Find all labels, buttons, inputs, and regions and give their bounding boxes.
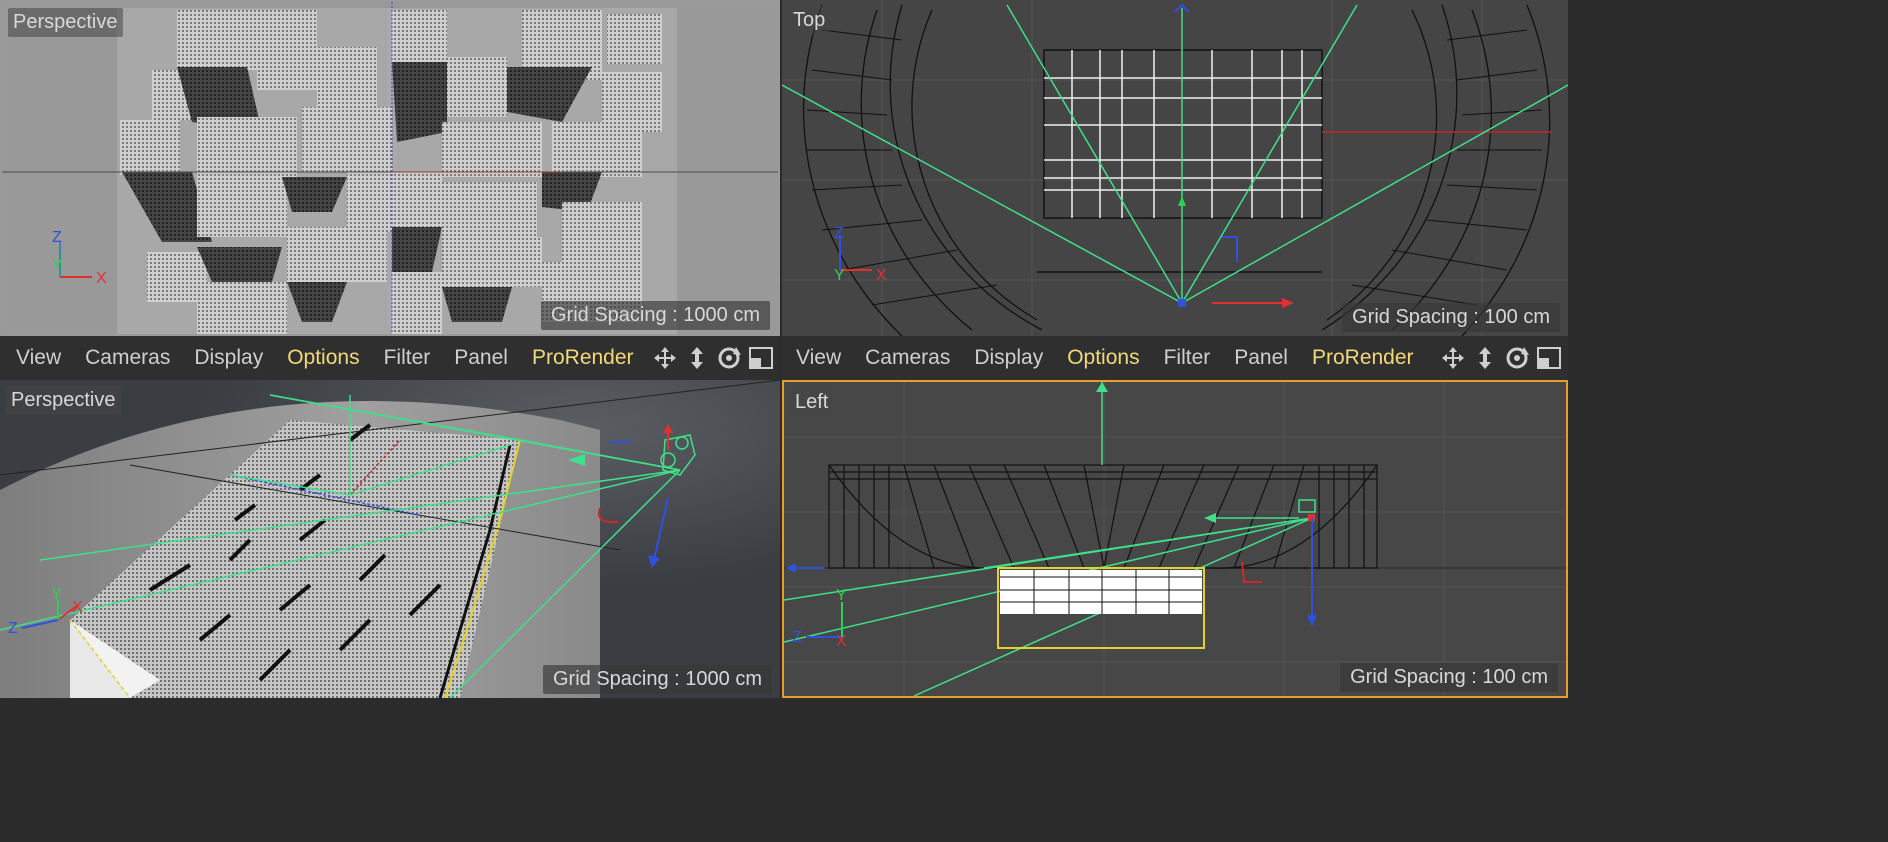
menu-cameras[interactable]: Cameras (853, 346, 962, 370)
menu-filter[interactable]: Filter (1152, 346, 1223, 370)
svg-text:X: X (876, 267, 887, 284)
menu-cameras[interactable]: Cameras (73, 346, 182, 370)
viewport-bottom-right[interactable]: Y Z X Left Grid Spacing : 100 cm (782, 380, 1568, 698)
viewport-scene: X Y Z (0, 380, 780, 698)
rotate-view-icon[interactable] (1504, 345, 1530, 371)
viewport-label: Perspective (8, 8, 123, 37)
toggle-layout-icon[interactable] (748, 345, 774, 371)
menu-prorender[interactable]: ProRender (1300, 346, 1426, 370)
viewport-label: Perspective (6, 386, 121, 415)
svg-text:Z: Z (52, 229, 62, 246)
menu-panel[interactable]: Panel (1222, 346, 1300, 370)
menu-display[interactable]: Display (182, 346, 275, 370)
bottom-strip (0, 698, 1568, 842)
menu-view[interactable]: View (782, 346, 853, 370)
menu-view[interactable]: View (0, 346, 73, 370)
svg-text:Z: Z (834, 225, 844, 242)
svg-text:Y: Y (51, 586, 62, 603)
zoom-view-icon[interactable] (684, 345, 710, 371)
viewport-menu-bar-left: View Cameras Display Options Filter Pane… (0, 336, 780, 380)
svg-text:Y: Y (834, 267, 845, 284)
grid-spacing-label: Grid Spacing : 1000 cm (541, 301, 770, 330)
svg-text:Z: Z (792, 629, 802, 646)
viewport-label: Left (790, 388, 834, 417)
menu-panel[interactable]: Panel (442, 346, 520, 370)
zoom-view-icon[interactable] (1472, 345, 1498, 371)
viewport-scene: X Y Z (782, 0, 1568, 336)
svg-text:Z: Z (8, 620, 18, 637)
grid-spacing-label: Grid Spacing : 100 cm (1340, 663, 1558, 692)
menu-prorender[interactable]: ProRender (520, 346, 646, 370)
menu-options[interactable]: Options (1055, 346, 1151, 370)
viewport-scene: Y Z X (784, 382, 1566, 696)
axis-gizmo: X Y Z (834, 225, 887, 284)
grid-spacing-label: Grid Spacing : 100 cm (1342, 303, 1560, 332)
menu-options[interactable]: Options (275, 346, 371, 370)
rotate-view-icon[interactable] (716, 345, 742, 371)
move-view-icon[interactable] (1440, 345, 1466, 371)
viewport-bottom-left[interactable]: X Y Z Perspective Grid Spacing : 1000 cm (0, 380, 780, 698)
svg-text:Y: Y (52, 257, 63, 274)
axis-gizmo: Y Z X (792, 587, 847, 650)
svg-text:X: X (836, 633, 847, 650)
viewport-scene: X Y Z (2, 2, 778, 334)
grid-spacing-label: Grid Spacing : 1000 cm (543, 665, 772, 694)
viewport-top-right[interactable]: X Y Z Top Grid Spacing : 100 cm (782, 0, 1568, 336)
viewport-menu-bar-right: View Cameras Display Options Filter Pane… (782, 336, 1568, 380)
toggle-layout-icon[interactable] (1536, 345, 1562, 371)
menu-display[interactable]: Display (962, 346, 1055, 370)
svg-text:X: X (72, 599, 83, 616)
right-side-strip (1568, 0, 1888, 842)
menu-filter[interactable]: Filter (372, 346, 443, 370)
move-view-icon[interactable] (652, 345, 678, 371)
viewport-label: Top (788, 6, 831, 35)
svg-text:Y: Y (836, 587, 847, 604)
viewport-top-left[interactable]: X Y Z Perspective Grid Spacing : 1000 cm (0, 0, 780, 336)
svg-text:X: X (96, 270, 107, 287)
